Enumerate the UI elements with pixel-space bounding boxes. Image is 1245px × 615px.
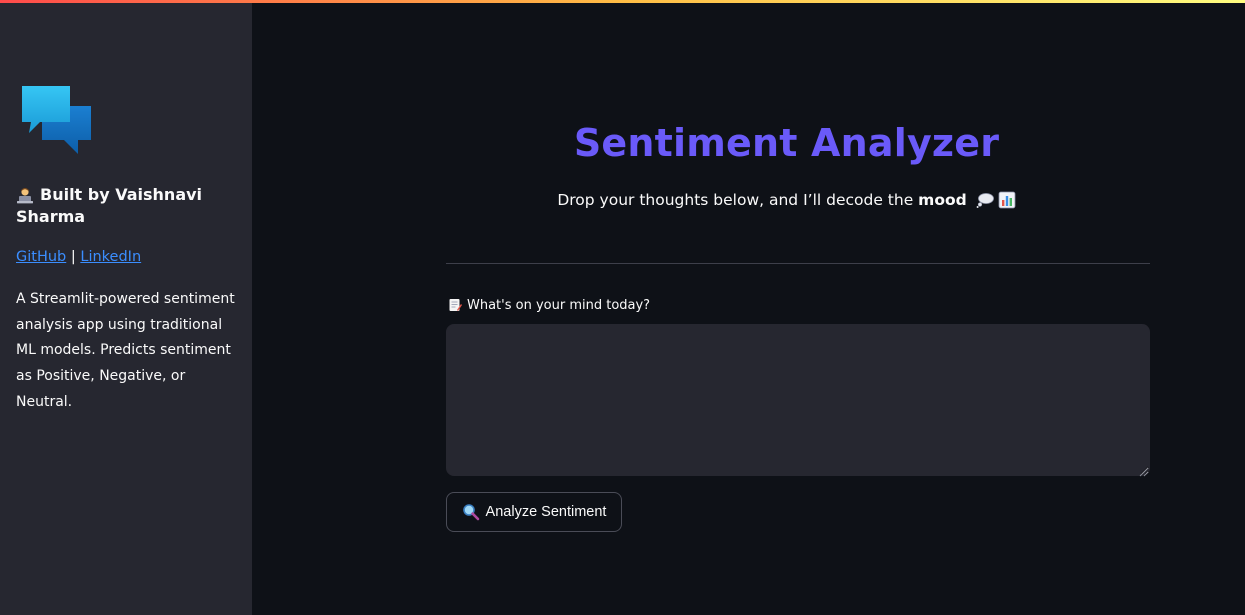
textarea-resize-handle[interactable] [1137, 462, 1149, 477]
input-label: What's on your mind today? [448, 297, 650, 315]
magnifier-icon [462, 503, 480, 521]
person-at-laptop-icon [16, 187, 34, 203]
speech-bubbles-icon [20, 84, 94, 156]
thoughts-textarea[interactable] [446, 324, 1150, 476]
linkedin-link[interactable]: LinkedIn [80, 249, 141, 265]
main-content: Sentiment Analyzer Drop your thoughts be… [252, 0, 1245, 615]
analyze-button-label: Analyze Sentiment [485, 504, 607, 520]
subtitle-text: Drop your thoughts below, and I’ll decod… [557, 191, 914, 209]
sidebar: Built by Vaishnavi Sharma GitHub | Linke… [0, 0, 252, 615]
input-label-text: What's on your mind today? [467, 298, 651, 313]
thought-bubble-icon [976, 191, 994, 208]
section-divider [446, 263, 1150, 264]
github-link[interactable]: GitHub [16, 249, 66, 265]
link-separator: | [70, 249, 76, 265]
subtitle-bold-word: mood [918, 191, 967, 209]
page-subtitle: Drop your thoughts below, and I’ll decod… [252, 188, 1245, 212]
analyze-sentiment-button[interactable]: Analyze Sentiment [446, 492, 622, 532]
app-description: A Streamlit-powered sentiment analysis a… [16, 291, 235, 410]
top-decoration-bar [0, 0, 1245, 3]
memo-icon [448, 298, 462, 312]
page-title: Sentiment Analyzer [573, 121, 1000, 165]
builder-text: Built by Vaishnavi Sharma [16, 185, 203, 226]
social-links: GitHub | LinkedIn [16, 248, 141, 266]
bar-chart-icon [998, 191, 1016, 208]
builder-credit: Built by Vaishnavi Sharma [16, 184, 231, 228]
